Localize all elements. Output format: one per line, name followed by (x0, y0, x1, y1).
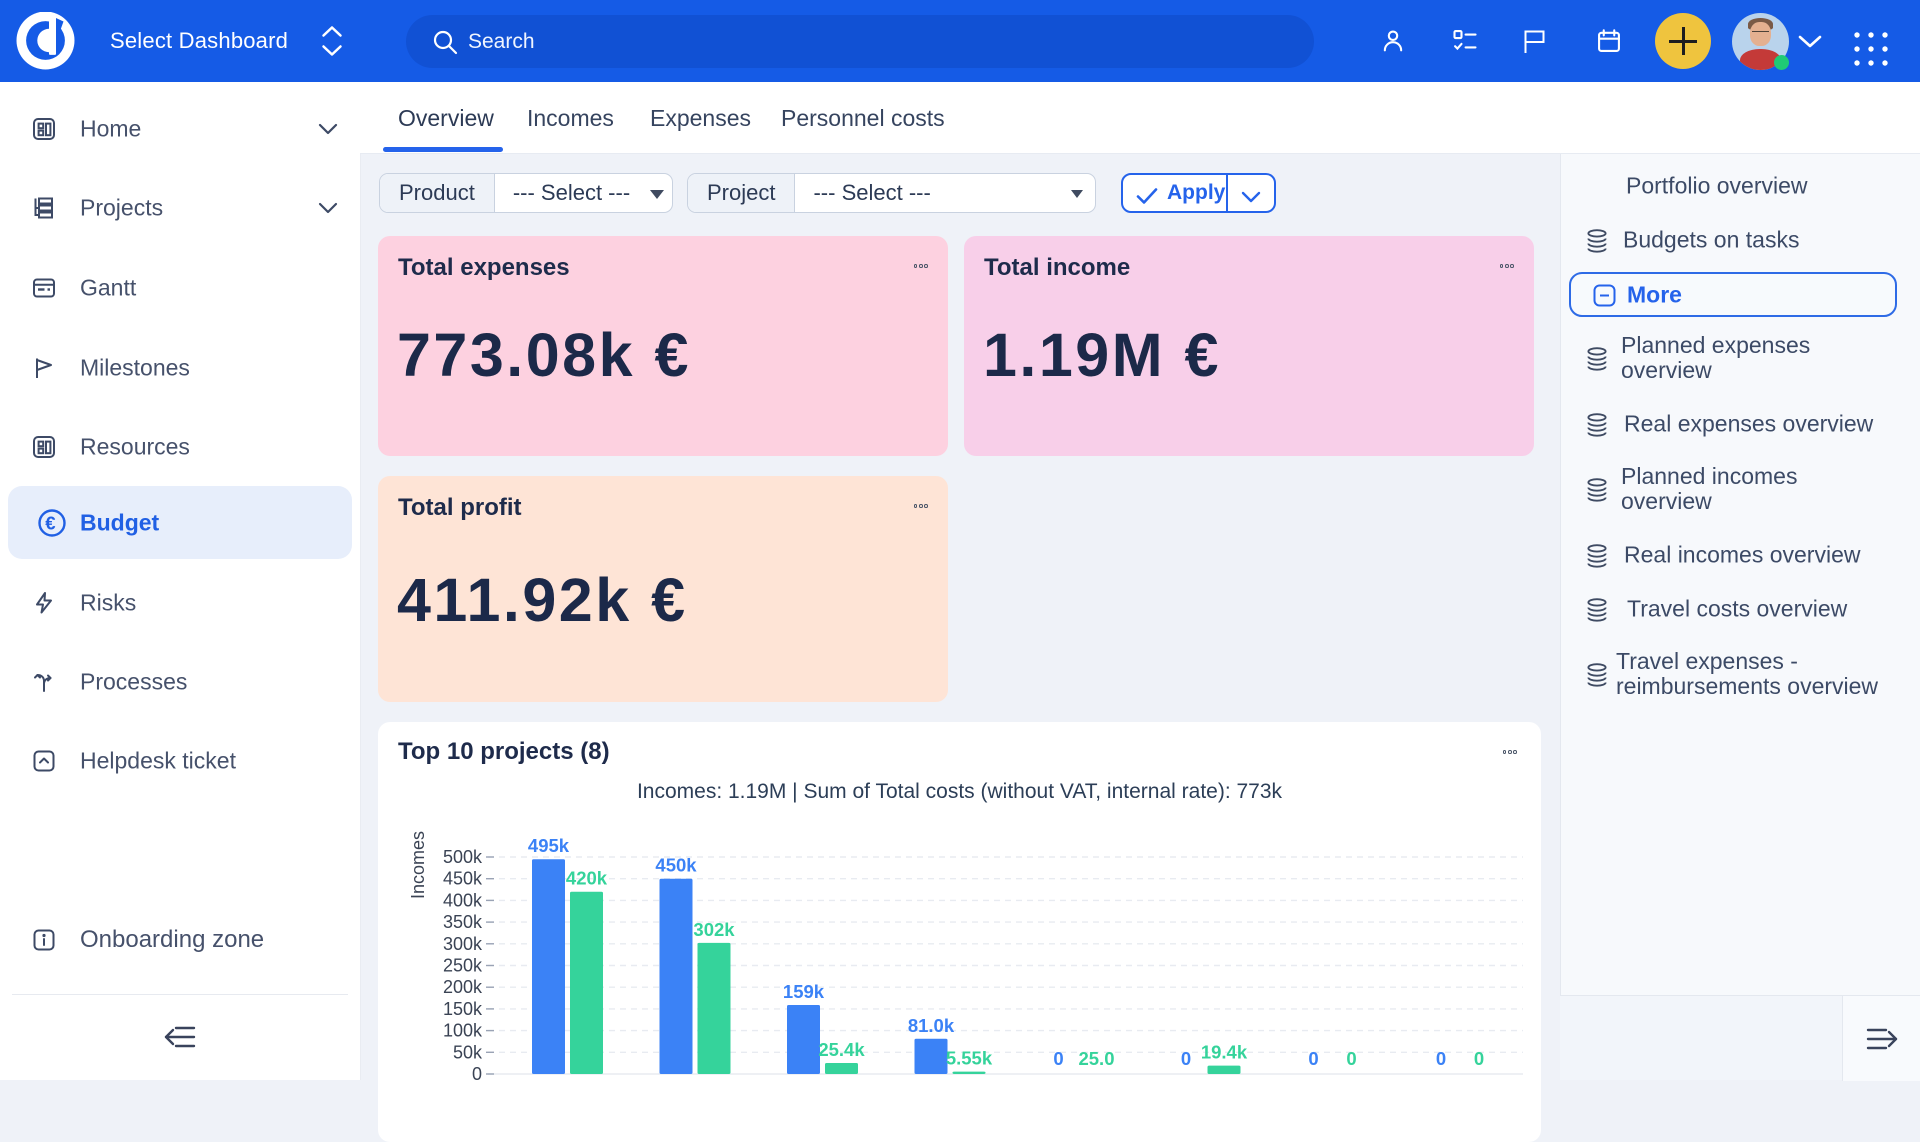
svg-text:150k: 150k (443, 999, 483, 1019)
svg-text:25.0: 25.0 (1078, 1048, 1114, 1069)
svg-text:Incomes: Incomes (408, 831, 428, 899)
svg-text:495k: 495k (528, 835, 570, 856)
svg-text:25.4k: 25.4k (818, 1039, 865, 1060)
svg-text:300k: 300k (443, 934, 483, 954)
svg-text:200k: 200k (443, 977, 483, 997)
svg-text:0: 0 (1436, 1048, 1446, 1069)
svg-text:420k: 420k (566, 868, 608, 889)
svg-text:5.55k: 5.55k (946, 1048, 993, 1069)
svg-text:81.0k: 81.0k (908, 1015, 955, 1036)
svg-text:19.4k: 19.4k (1201, 1042, 1248, 1063)
svg-text:450k: 450k (443, 869, 483, 889)
svg-text:100k: 100k (443, 1021, 483, 1041)
svg-text:0: 0 (1181, 1048, 1191, 1069)
svg-text:0: 0 (472, 1064, 482, 1084)
svg-text:159k: 159k (783, 981, 825, 1002)
svg-text:350k: 350k (443, 912, 483, 932)
svg-text:€: € (45, 512, 55, 533)
svg-text:400k: 400k (443, 890, 483, 910)
svg-text:50k: 50k (453, 1042, 483, 1062)
svg-text:302k: 302k (693, 919, 735, 940)
svg-text:450k: 450k (655, 855, 697, 876)
svg-text:0: 0 (1474, 1048, 1484, 1069)
svg-text:500k: 500k (443, 847, 483, 867)
svg-text:0: 0 (1053, 1048, 1063, 1069)
svg-text:0: 0 (1346, 1048, 1356, 1069)
svg-text:250k: 250k (443, 956, 483, 976)
svg-text:0: 0 (1308, 1048, 1318, 1069)
